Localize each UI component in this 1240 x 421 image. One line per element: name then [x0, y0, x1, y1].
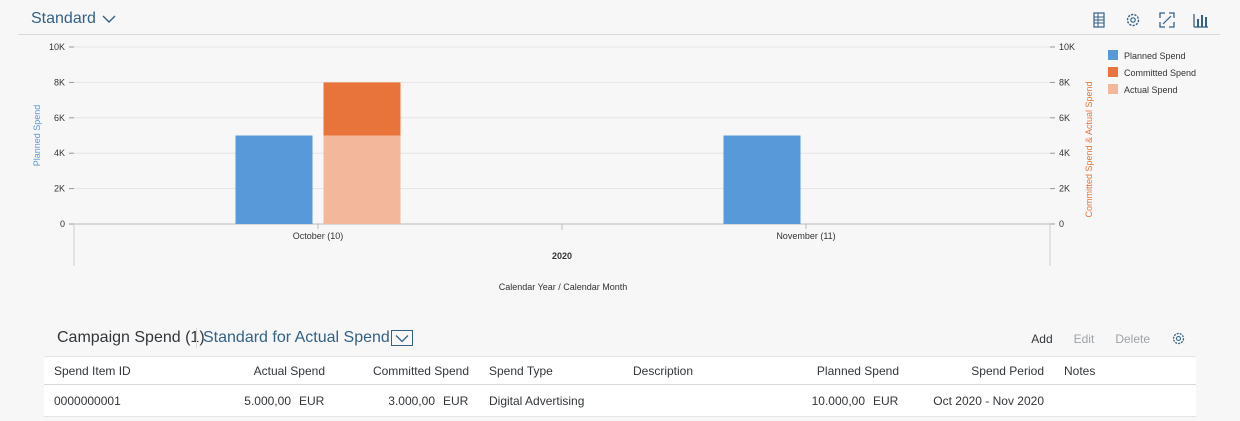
column-header-spend-type[interactable]: Spend Type	[479, 357, 623, 385]
column-header-description[interactable]: Description	[623, 357, 767, 385]
variant-dropdown-button[interactable]	[390, 330, 413, 346]
cell-planned-spend: 10.000,00 EUR	[767, 385, 909, 417]
chart-header: Standard	[18, 0, 1220, 35]
y-left-tick-label: 4K	[54, 148, 65, 158]
table-title: Campaign Spend (1)	[57, 329, 205, 346]
committed-spend-value: 3.000,00	[388, 393, 435, 408]
chart-variant-selector[interactable]: Standard	[31, 10, 116, 28]
table-variant-label: Standard for Actual Spend	[203, 329, 390, 346]
y-left-tick-label: 0	[60, 219, 65, 229]
x-group-label: 2020	[552, 251, 572, 261]
bar-planned-spend	[235, 135, 313, 224]
cell-notes	[1054, 385, 1196, 417]
table-header-row: Spend Item ID Actual Spend Committed Spe…	[44, 356, 1196, 385]
y-right-tick-label: 4K	[1059, 148, 1070, 158]
bar-committed-spend	[323, 82, 401, 136]
chart-toolbar	[1090, 11, 1210, 29]
y-right-axis-title: Committed Spend & Actual Spend	[1084, 81, 1094, 217]
fullscreen-icon[interactable]	[1158, 11, 1176, 29]
y-right-tick-label: 10K	[1059, 42, 1075, 52]
planned-spend-unit: EUR	[873, 393, 899, 408]
table-settings-icon[interactable]	[1171, 331, 1186, 346]
y-right-tick-label: 2K	[1059, 184, 1070, 194]
legend-swatch	[1108, 50, 1118, 60]
y-right-tick-label: 8K	[1059, 77, 1070, 87]
y-right-tick-label: 6K	[1059, 113, 1070, 123]
y-right-tick-label: 0	[1059, 219, 1064, 229]
y-left-axis-title: Planned Spend	[32, 105, 42, 167]
column-header-notes[interactable]: Notes	[1054, 357, 1196, 385]
legend-label: Planned Spend	[1124, 51, 1186, 61]
actual-spend-value: 5.000,00	[244, 393, 291, 408]
table-toolbar: Campaign Spend (1) Standard for Actual S…	[44, 320, 1196, 356]
y-left-tick-label: 2K	[54, 184, 65, 194]
chevron-down-icon	[395, 334, 409, 342]
bar-planned-spend	[723, 135, 801, 224]
column-header-planned-spend[interactable]: Planned Spend	[767, 357, 909, 385]
campaign-spend-table-section: Campaign Spend (1) Standard for Actual S…	[44, 320, 1196, 421]
campaign-spend-table: Spend Item ID Actual Spend Committed Spe…	[44, 356, 1196, 417]
chevron-down-icon	[102, 15, 116, 23]
toolbar-separator	[196, 328, 197, 348]
planned-spend-value: 10.000,00	[811, 393, 865, 408]
table-row[interactable]: 0000000001 5.000,00 EUR 3.000,00 EUR Digit…	[44, 385, 1196, 417]
column-header-actual-spend[interactable]: Actual Spend	[174, 357, 335, 385]
delete-button[interactable]: Delete	[1115, 332, 1150, 346]
y-left-tick-label: 8K	[54, 77, 65, 87]
table-view-icon[interactable]	[1090, 11, 1108, 29]
column-header-committed-spend[interactable]: Committed Spend	[335, 357, 479, 385]
cell-description	[623, 385, 767, 417]
legend-swatch	[1108, 84, 1118, 94]
x-tick-label: October (10)	[293, 231, 344, 241]
chart-type-icon[interactable]	[1192, 11, 1210, 29]
legend-swatch	[1108, 67, 1118, 77]
cell-actual-spend: 5.000,00 EUR	[174, 385, 335, 417]
table-actions: Add Edit Delete	[1010, 331, 1186, 346]
table-variant-selector[interactable]: Standard for Actual Spend	[203, 329, 413, 347]
legend-label: Committed Spend	[1124, 68, 1196, 78]
y-left-tick-label: 6K	[54, 113, 65, 123]
x-tick-label: November (11)	[776, 231, 835, 241]
cell-committed-spend: 3.000,00 EUR	[335, 385, 479, 417]
legend-label: Actual Spend	[1124, 85, 1178, 95]
chart-area: 0 2K 4K 6K 8K 10K 0 2K 4K 6K 8K 10K Planned Spend Com…	[32, 42, 1196, 292]
cell-spend-item-id: 0000000001	[54, 393, 121, 408]
column-header-spend-period[interactable]: Spend Period	[909, 357, 1054, 385]
cell-spend-type: Digital Advertising	[489, 393, 585, 408]
add-button[interactable]: Add	[1031, 332, 1052, 346]
edit-button[interactable]: Edit	[1074, 332, 1095, 346]
y-left-tick-label: 10K	[49, 42, 65, 52]
x-axis-title: Calendar Year / Calendar Month	[499, 282, 628, 292]
committed-spend-unit: EUR	[443, 393, 469, 408]
bar-actual-spend	[323, 135, 401, 224]
actual-spend-unit: EUR	[299, 393, 325, 408]
cell-spend-period: Oct 2020 - Nov 2020	[933, 393, 1044, 408]
column-header-spend-item-id[interactable]: Spend Item ID	[44, 357, 174, 385]
chart-variant-label: Standard	[31, 10, 96, 27]
settings-icon[interactable]	[1124, 11, 1142, 29]
